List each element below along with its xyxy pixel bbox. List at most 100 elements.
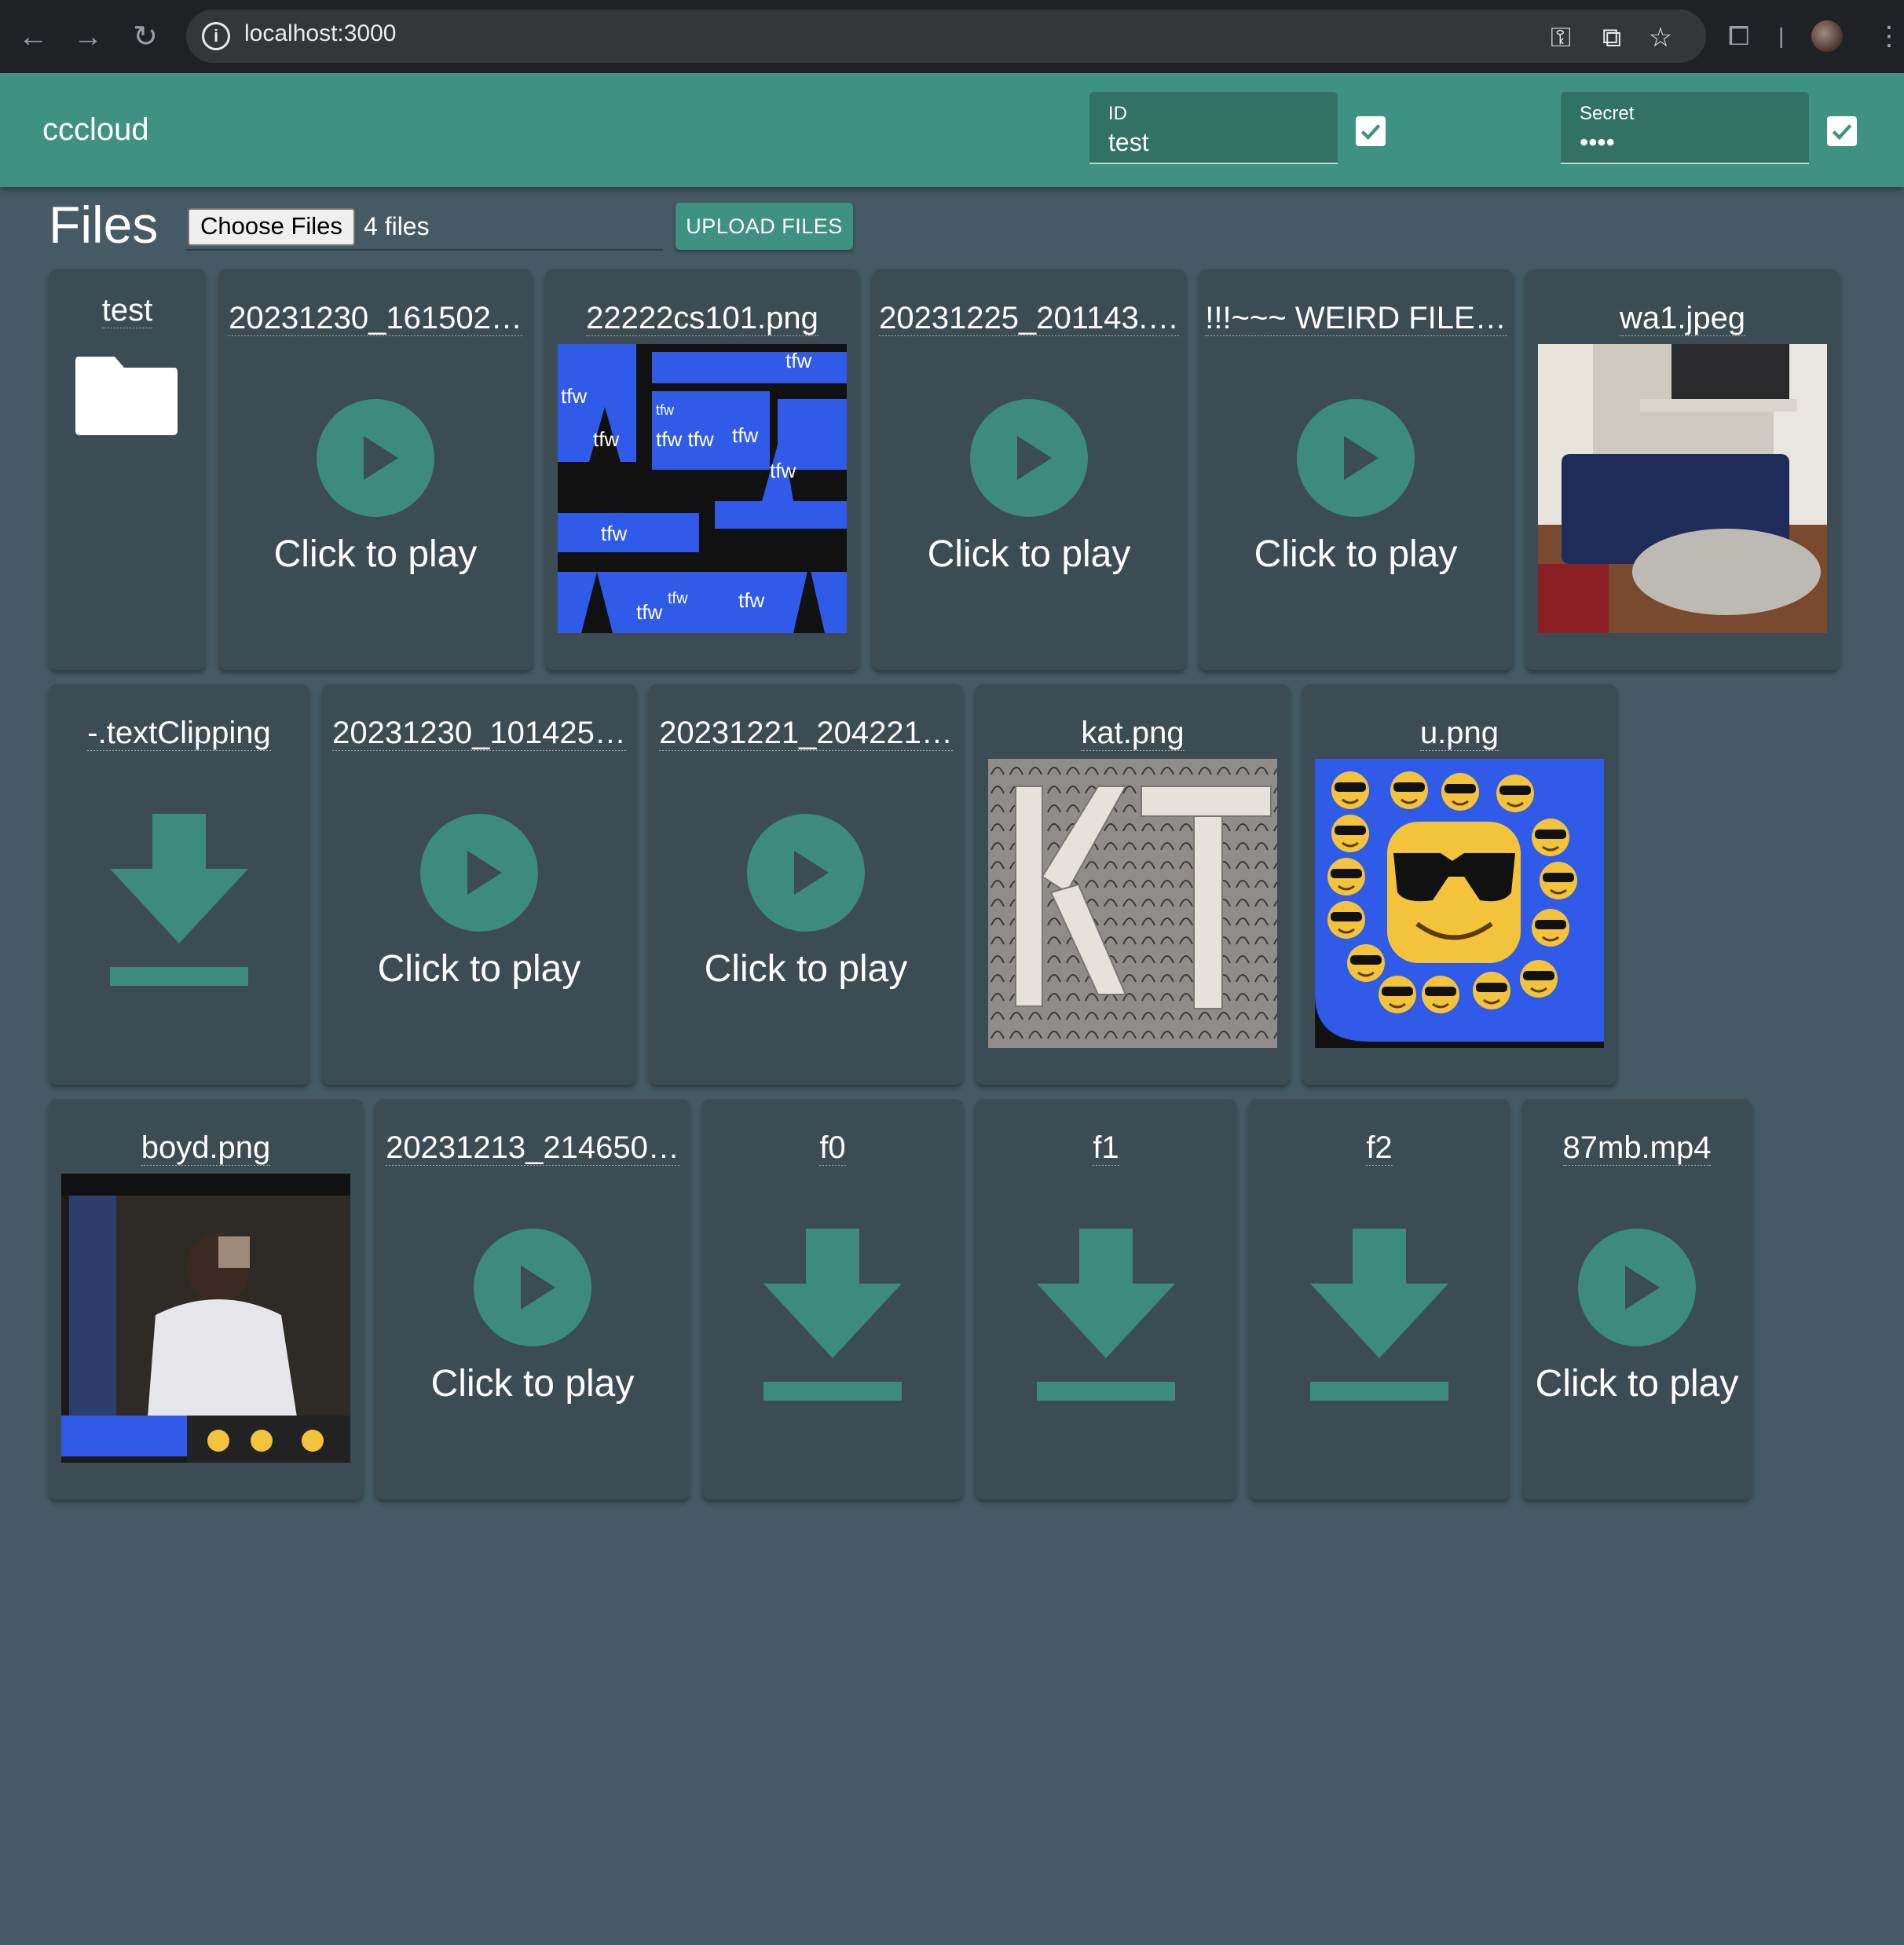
file-name[interactable]: 20231213_214650… [375,1130,690,1166]
play-icon[interactable] [317,399,434,517]
file-name[interactable]: 20231221_204221… [649,716,963,751]
file-name[interactable]: f0 [702,1130,963,1166]
play-icon[interactable] [1297,399,1415,517]
image-preview[interactable] [61,1174,350,1463]
download-icon[interactable] [1309,1229,1450,1401]
svg-text:tfw: tfw [668,590,688,607]
secret-field[interactable]: Secret •••• [1561,92,1809,164]
file-card-image[interactable]: 22222cs101.png tfw tfw tfw tfw tfw tfw t… [545,269,859,670]
file-card-video[interactable]: 20231221_204221… Click to play [649,684,963,1085]
file-card-test[interactable]: test [49,269,206,670]
url-text[interactable]: localhost:3000 [244,20,396,47]
secret-field-label: Secret [1580,103,1635,124]
forward-arrow-icon[interactable]: → [68,17,108,57]
file-card-video[interactable]: 20231230_161502… Click to play [218,269,533,670]
file-name[interactable]: 20231225_201143.… [872,301,1186,336]
play-icon[interactable] [420,814,538,932]
toolbar-divider: | [1778,24,1785,48]
file-card-video[interactable]: !!!~~~ WEIRD FILE… Click to play [1199,269,1513,670]
selected-file-count: 4 files [364,212,430,240]
file-name[interactable]: f2 [1249,1130,1510,1166]
file-name[interactable]: 22222cs101.png [545,301,859,336]
image-preview[interactable] [1538,344,1827,633]
file-card-video[interactable]: 20231230_101425… Click to play [322,684,636,1085]
app-bar: cccloud ID test Secret •••• [0,73,1904,187]
files-heading: Files [49,196,159,254]
svg-text:tfw: tfw [785,349,811,372]
click-to-play-label[interactable]: Click to play [218,533,533,576]
file-card-download[interactable]: f0 [702,1099,963,1500]
profile-avatar[interactable] [1811,20,1843,52]
svg-text:tfw: tfw [561,384,587,408]
brand-title: cccloud [42,112,149,147]
play-icon[interactable] [970,399,1088,517]
key-icon[interactable]: ⚿ [1545,22,1576,53]
file-card-video[interactable]: 87mb.mp4 Click to play [1522,1099,1752,1500]
image-preview[interactable]: tfw tfw tfw tfw tfw tfw tfw tfw tfw tfw … [558,344,847,633]
secret-field-value[interactable]: •••• [1580,128,1615,157]
file-card-video[interactable]: 20231225_201143.… Click to play [872,269,1186,670]
file-card-image[interactable]: kat.png [976,684,1290,1085]
file-card-image[interactable]: wa1.jpeg [1525,269,1840,670]
folder-icon [75,357,178,435]
file-input[interactable]: Choose Files 4 files [186,207,663,251]
click-to-play-label[interactable]: Click to play [1522,1362,1752,1405]
id-field-label: ID [1108,103,1127,124]
download-icon[interactable] [1035,1229,1177,1401]
more-menu-icon[interactable]: ⋮ [1876,19,1902,53]
file-name[interactable]: u.png [1302,716,1617,751]
click-to-play-label[interactable]: Click to play [872,533,1186,576]
svg-text:tfw: tfw [656,402,675,418]
file-name[interactable]: f1 [976,1130,1236,1166]
image-preview[interactable] [1315,759,1604,1048]
file-card-image[interactable]: boyd.png [49,1099,363,1500]
click-to-play-label[interactable]: Click to play [375,1362,690,1405]
click-to-play-label[interactable]: Click to play [649,947,963,991]
upload-files-button[interactable]: UPLOAD FILES [676,203,853,250]
image-preview[interactable] [988,759,1277,1048]
svg-text:tfw: tfw [593,427,619,451]
svg-text:tfw: tfw [732,423,758,447]
file-name[interactable]: kat.png [976,716,1290,751]
file-name[interactable]: !!!~~~ WEIRD FILE… [1199,301,1513,336]
file-name[interactable]: 20231230_101425… [322,716,636,751]
browser-toolbar: ← → ↻ i localhost:3000 ⚿ ⧉ ☆ ⧠ | ⋮ [0,0,1904,73]
file-name[interactable]: -.textClipping [49,716,309,751]
click-to-play-label[interactable]: Click to play [322,947,636,991]
file-card-download[interactable]: f2 [1249,1099,1510,1500]
id-field-value[interactable]: test [1108,128,1149,157]
file-name[interactable]: 87mb.mp4 [1522,1130,1752,1166]
play-icon[interactable] [747,814,865,932]
download-icon[interactable] [108,814,250,987]
file-name[interactable]: test [49,293,206,328]
svg-text:tfw: tfw [738,588,764,612]
id-checkbox[interactable] [1356,116,1386,146]
svg-text:tfw: tfw [636,600,662,624]
svg-text:tfw: tfw [601,522,627,545]
file-name[interactable]: boyd.png [49,1130,363,1166]
file-card-image[interactable]: u.png [1302,684,1617,1085]
site-info-icon[interactable]: i [202,22,230,50]
back-arrow-icon[interactable]: ← [13,17,53,57]
play-icon[interactable] [474,1229,591,1346]
address-bar[interactable]: i localhost:3000 ⚿ ⧉ ☆ [186,9,1706,63]
file-card-download[interactable]: f1 [976,1099,1236,1500]
file-card-video[interactable]: 20231213_214650… Click to play [375,1099,690,1500]
play-icon[interactable] [1578,1229,1696,1346]
svg-text:tfw tfw: tfw tfw [656,427,714,451]
click-to-play-label[interactable]: Click to play [1199,533,1513,576]
checkmark-icon [1832,124,1852,141]
file-name[interactable]: wa1.jpeg [1525,301,1840,336]
file-name[interactable]: 20231230_161502… [218,301,533,336]
extensions-icon[interactable]: ⧠ [1728,19,1749,53]
file-card-download[interactable]: -.textClipping [49,684,309,1085]
svg-text:tfw: tfw [770,459,796,482]
checkmark-icon [1360,124,1381,141]
secret-checkbox[interactable] [1827,116,1857,146]
choose-files-button[interactable]: Choose Files [188,208,355,246]
download-icon[interactable] [762,1229,903,1401]
id-field[interactable]: ID test [1089,92,1338,164]
bookmark-star-icon[interactable]: ☆ [1645,22,1676,53]
install-app-icon[interactable]: ⧉ [1596,22,1628,53]
reload-icon[interactable]: ↻ [126,17,165,57]
